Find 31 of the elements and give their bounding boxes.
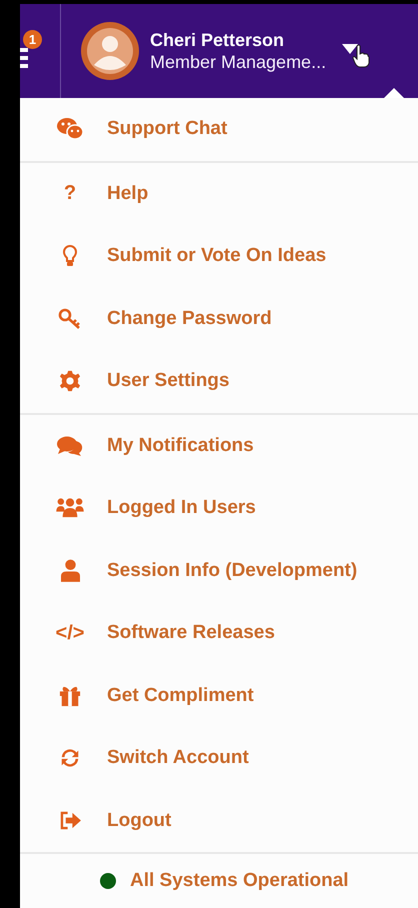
menu-item[interactable]: Logged In Users xyxy=(20,477,418,540)
menu-item[interactable]: </> Software Releases xyxy=(20,602,418,664)
menu-item[interactable]: Get Compliment xyxy=(20,664,418,727)
glyph-icon: </> xyxy=(56,622,84,645)
key-icon xyxy=(58,308,82,330)
avatar-icon[interactable] xyxy=(80,21,140,81)
user-icon xyxy=(60,559,80,582)
status-text: All Systems Operational xyxy=(130,870,349,892)
menu-item[interactable]: Support Chat xyxy=(20,98,418,160)
user-name: Cheri Petterson xyxy=(150,30,286,50)
glyph-icon: ? xyxy=(64,182,76,206)
comments-icon xyxy=(56,434,84,457)
notification-badge: 1 xyxy=(23,30,42,49)
caret-icon[interactable] xyxy=(342,44,358,54)
menu-item[interactable]: Logout xyxy=(20,790,418,852)
menu-item[interactable]: Change Password xyxy=(20,288,418,350)
menu-item[interactable]: ? Help xyxy=(20,162,418,225)
menu-item[interactable]: User Settings xyxy=(20,350,418,412)
users-icon xyxy=(56,497,84,520)
lightbulb-icon xyxy=(62,244,78,268)
menu-item[interactable]: Switch Account xyxy=(20,727,418,790)
menu-icon[interactable] xyxy=(20,48,28,70)
chat-icon xyxy=(57,118,83,140)
menu-item[interactable]: Session Info (Development) xyxy=(20,540,418,602)
menu-item[interactable]: My Notifications xyxy=(20,414,418,477)
refresh-icon xyxy=(59,747,81,770)
menu-item[interactable]: Submit or Vote On Ideas xyxy=(20,225,418,288)
gear-icon xyxy=(59,370,81,392)
logout-icon xyxy=(58,811,82,830)
gift-icon xyxy=(59,684,81,707)
user-role: Member Manageme... xyxy=(150,52,326,72)
